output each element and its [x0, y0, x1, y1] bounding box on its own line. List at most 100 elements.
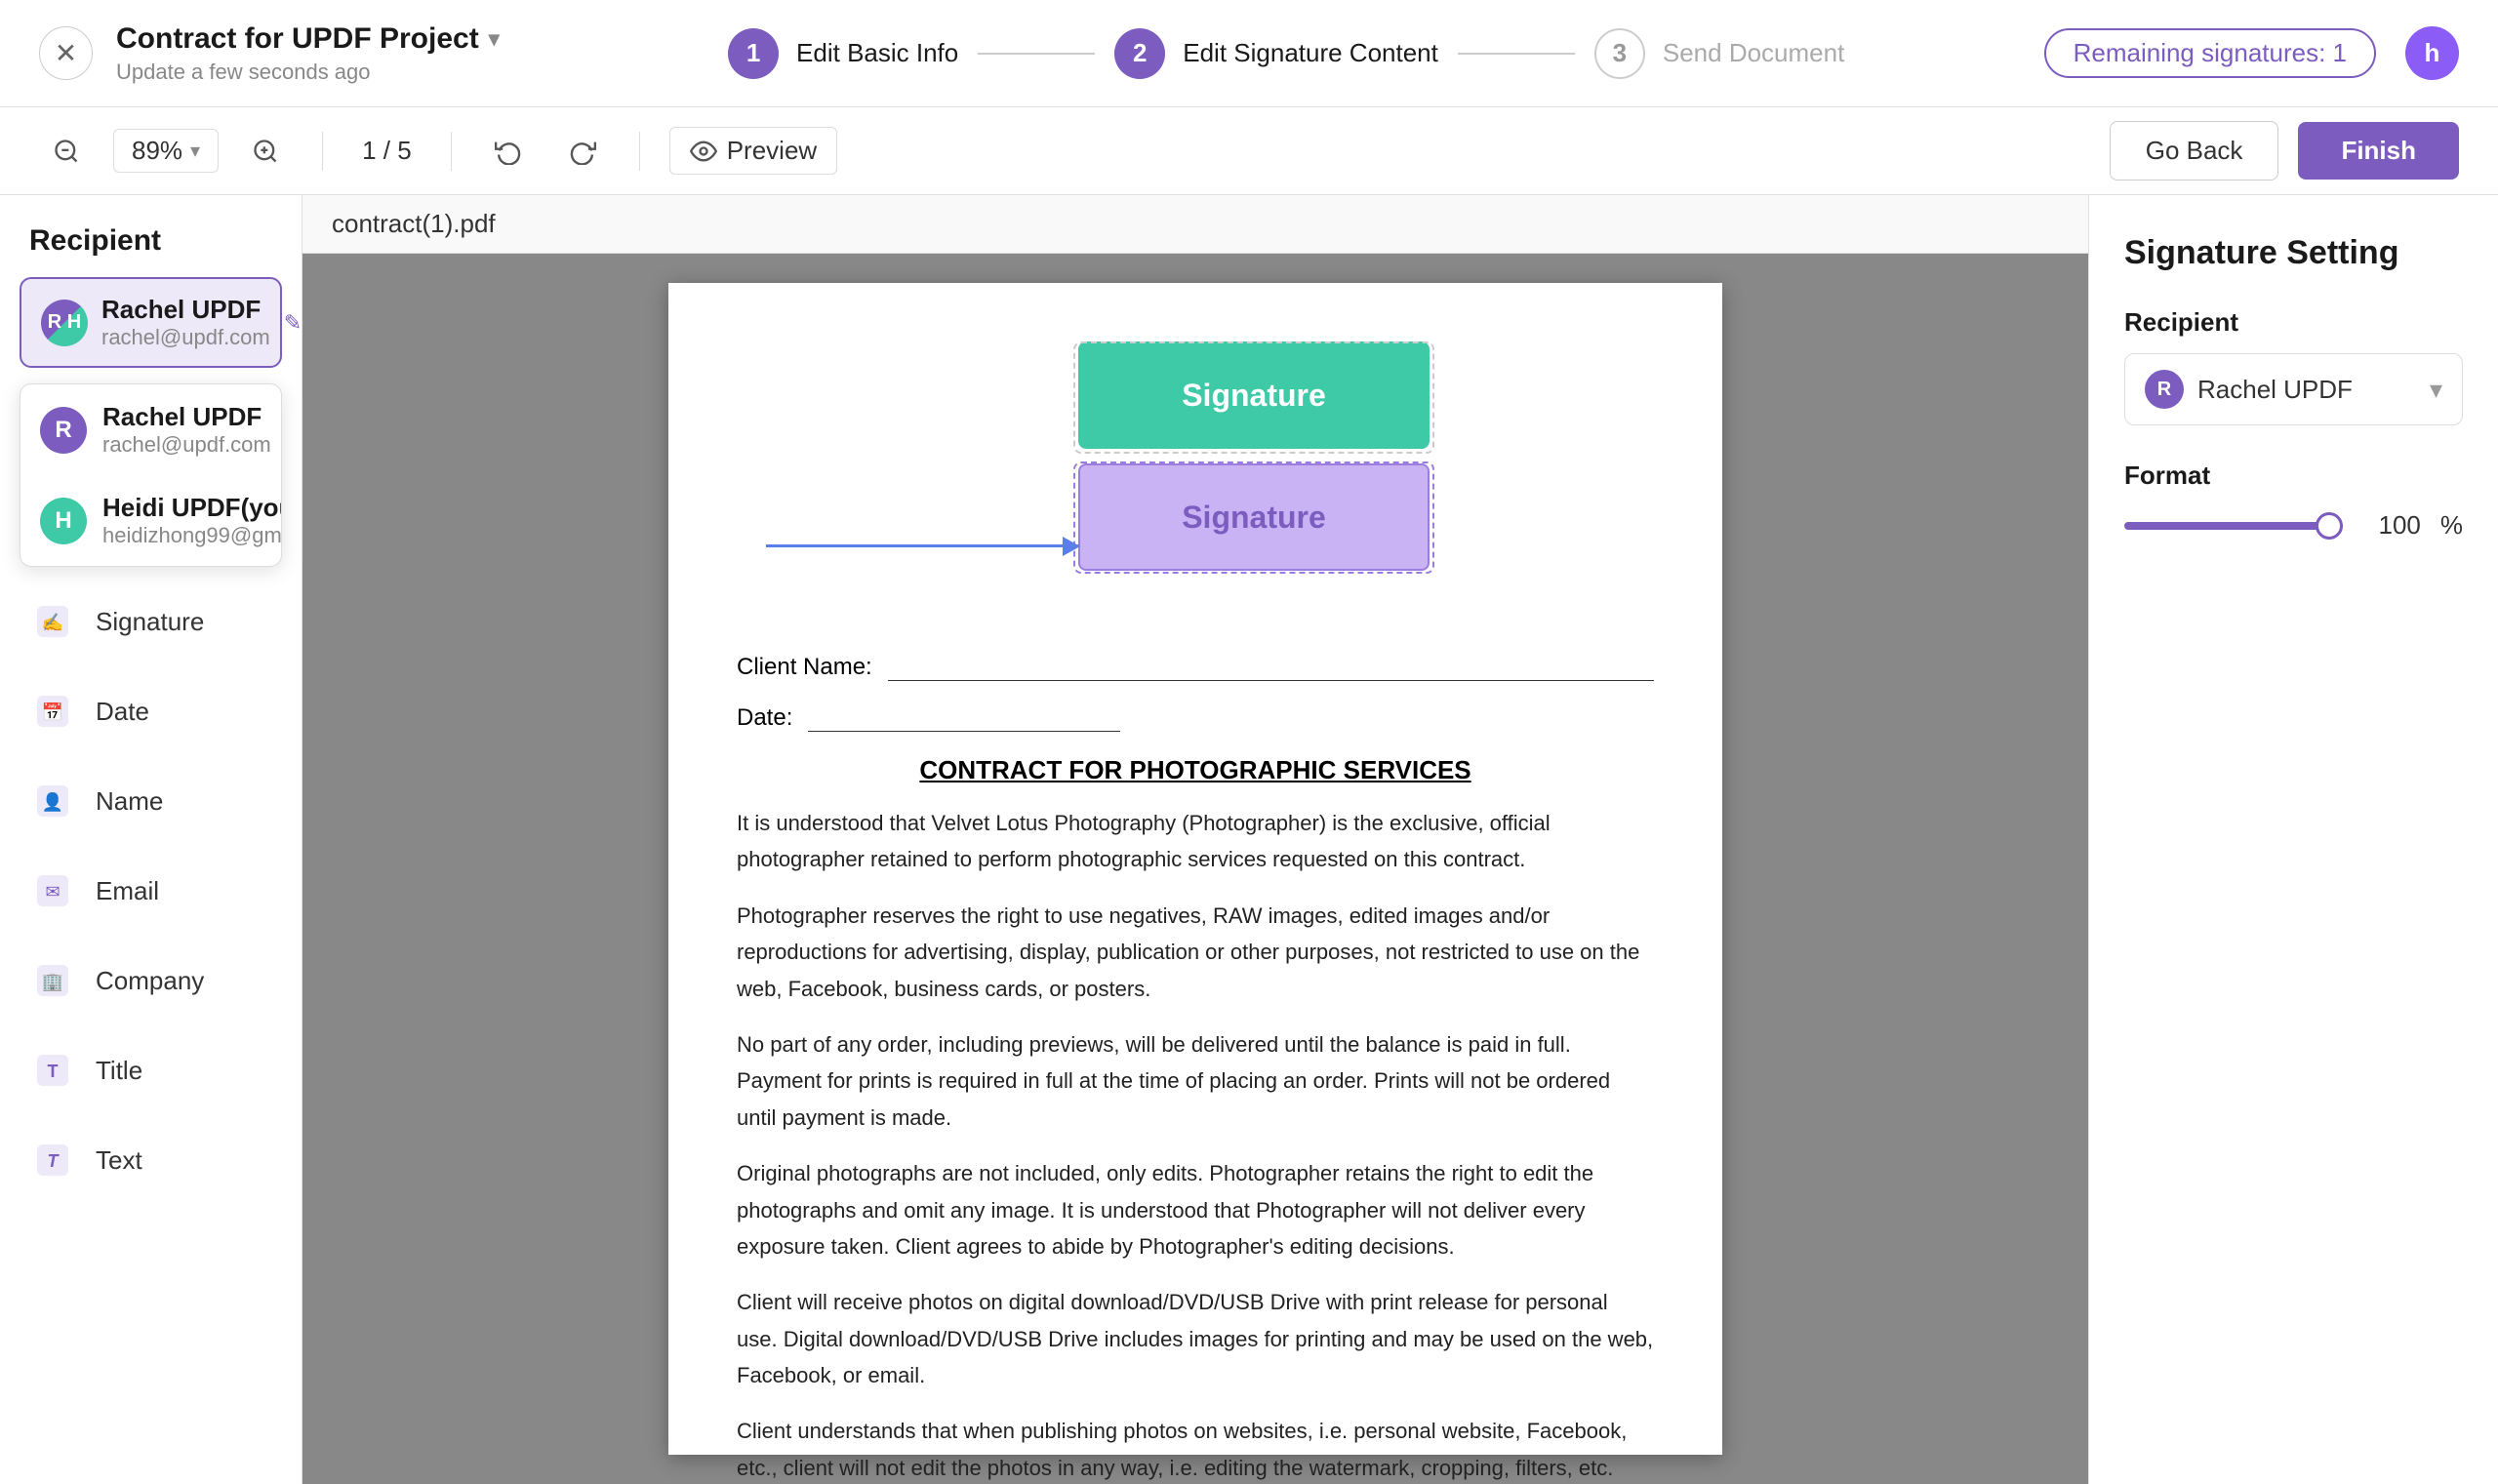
svg-text:🏢: 🏢 [42, 972, 63, 991]
go-back-button[interactable]: Go Back [2110, 121, 2279, 180]
sidebar-item-company[interactable]: 🏢 Company [0, 936, 302, 1025]
pdf-filename: contract(1).pdf [302, 195, 2088, 254]
dropdown-item-rachel[interactable]: R Rachel UPDF rachel@updf.com [20, 384, 281, 475]
pdf-page: Signature Signature Client Name: Date: [668, 283, 1722, 1455]
svg-text:T: T [48, 1062, 59, 1081]
doc-title: Contract for UPDF Project ▾ [116, 22, 500, 56]
company-icon: 🏢 [29, 957, 76, 1004]
dropdown-info-heidi: Heidi UPDF(you) heidizhong99@gmail.com [102, 493, 282, 548]
sidebar-item-title[interactable]: T Title [0, 1025, 302, 1115]
step-2-circle: 2 [1114, 28, 1165, 79]
sidebar-item-name[interactable]: 👤 Name [0, 756, 302, 846]
recipient-info: Rachel UPDF rachel@updf.com [101, 295, 270, 350]
step-connector-2 [1458, 53, 1575, 55]
step-1-label: Edit Basic Info [796, 38, 958, 68]
format-label: Format [2124, 461, 2463, 491]
step-3[interactable]: 3 Send Document [1594, 28, 1844, 79]
text-icon: T [29, 1137, 76, 1183]
pdf-para-0: It is understood that Velvet Lotus Photo… [737, 805, 1654, 878]
svg-text:👤: 👤 [42, 791, 63, 812]
left-sidebar: Recipient R H Rachel UPDF rachel@updf.co… [0, 195, 302, 1484]
zoom-display[interactable]: 89% ▾ [113, 129, 219, 173]
step-3-label: Send Document [1663, 38, 1844, 68]
svg-text:✉: ✉ [45, 882, 60, 902]
recipient-name: Rachel UPDF [101, 295, 270, 325]
pdf-area: contract(1).pdf Signature Signature Clie… [302, 195, 2088, 1484]
toolbar-sep-1 [322, 132, 323, 171]
dropdown-info-rachel: Rachel UPDF rachel@updf.com [102, 402, 271, 458]
top-bar-right: Remaining signatures: 1 h [2044, 26, 2459, 80]
slider-value: 100 [2362, 510, 2421, 541]
recipient-dropdown: R Rachel UPDF rachel@updf.com H Heidi UP… [20, 383, 282, 567]
sidebar-label-text: Text [96, 1145, 142, 1176]
preview-button[interactable]: Preview [669, 127, 837, 175]
recipient-card-active[interactable]: R H Rachel UPDF rachel@updf.com ✎ [20, 277, 282, 368]
sidebar-item-signature[interactable]: ✍ Signature [0, 577, 302, 666]
sidebar-item-text[interactable]: T Text [0, 1115, 302, 1205]
right-panel: Signature Setting Recipient R Rachel UPD… [2088, 195, 2498, 1484]
close-icon: ✕ [55, 37, 77, 69]
title-icon: T [29, 1047, 76, 1094]
arrow-head [1063, 537, 1080, 556]
step-2-label: Edit Signature Content [1183, 38, 1438, 68]
avatar-heidi: H [40, 498, 87, 544]
sidebar-label-email: Email [96, 876, 159, 906]
slider-thumb[interactable] [2316, 512, 2343, 540]
pdf-para-2: No part of any order, including previews… [737, 1026, 1654, 1136]
doc-title-block: Contract for UPDF Project ▾ Update a few… [116, 22, 500, 85]
close-button[interactable]: ✕ [39, 26, 93, 80]
pdf-para-3: Original photographs are not included, o… [737, 1155, 1654, 1264]
step-1[interactable]: 1 Edit Basic Info [728, 28, 958, 79]
step-2[interactable]: 2 Edit Signature Content [1114, 28, 1438, 79]
finish-button[interactable]: Finish [2298, 122, 2459, 180]
panel-recipient-label: Recipient [2124, 307, 2463, 338]
redo-button[interactable] [555, 130, 610, 173]
dropdown-email-rachel: rachel@updf.com [102, 432, 271, 458]
recipient-selector: R H Rachel UPDF rachel@updf.com ✎ [20, 277, 282, 368]
avatar-rachel: R [40, 407, 87, 454]
sidebar-label-date: Date [96, 697, 149, 727]
step-connector-1 [978, 53, 1095, 55]
chevron-icon[interactable]: ▾ [489, 26, 500, 52]
undo-button[interactable] [481, 130, 536, 173]
date-field: Date: [737, 704, 1654, 732]
signature-icon: ✍ [29, 598, 76, 645]
toolbar-sep-3 [639, 132, 640, 171]
svg-text:📅: 📅 [42, 702, 63, 722]
signature-border-green [1073, 341, 1434, 454]
pdf-para-5: Client understands that when publishing … [737, 1413, 1654, 1484]
step-1-circle: 1 [728, 28, 779, 79]
svg-text:✍: ✍ [42, 613, 63, 632]
main-layout: Recipient R H Rachel UPDF rachel@updf.co… [0, 195, 2498, 1484]
sidebar-label-title: Title [96, 1056, 142, 1086]
dropdown-name-rachel: Rachel UPDF [102, 402, 271, 432]
email-icon: ✉ [29, 867, 76, 914]
recipient-avatar-rh: R H [41, 300, 88, 346]
date-underline [808, 708, 1120, 732]
pdf-content: Client Name: Date: CONTRACT FOR PHOTOGRA… [737, 654, 1654, 1484]
panel-recipient-avatar: R [2145, 370, 2184, 409]
name-icon: 👤 [29, 778, 76, 824]
dropdown-email-heidi: heidizhong99@gmail.com [102, 523, 282, 548]
zoom-out-button[interactable] [39, 130, 94, 173]
client-name-underline [888, 658, 1654, 681]
sidebar-item-email[interactable]: ✉ Email [0, 846, 302, 936]
sidebar-item-date[interactable]: 📅 Date [0, 666, 302, 756]
pdf-para-4: Client will receive photos on digital do… [737, 1284, 1654, 1393]
slider-track[interactable] [2124, 522, 2343, 530]
pdf-para-1: Photographer reserves the right to use n… [737, 898, 1654, 1007]
signature-border-purple [1073, 461, 1434, 574]
sidebar-label-company: Company [96, 966, 204, 996]
recipient-edit-icon: ✎ [284, 310, 302, 336]
doc-subtitle: Update a few seconds ago [116, 60, 500, 85]
client-name-field: Client Name: [737, 654, 1654, 681]
user-avatar[interactable]: h [2405, 26, 2459, 80]
zoom-in-button[interactable] [238, 130, 293, 173]
arrow-line [766, 544, 1078, 547]
sidebar-label-name: Name [96, 786, 163, 817]
panel-recipient-select[interactable]: R Rachel UPDF ▾ [2124, 353, 2463, 425]
page-display: 1 / 5 [352, 136, 422, 166]
dropdown-item-heidi[interactable]: H Heidi UPDF(you) heidizhong99@gmail.com [20, 475, 281, 566]
date-icon: 📅 [29, 688, 76, 735]
panel-title: Signature Setting [2124, 234, 2463, 272]
